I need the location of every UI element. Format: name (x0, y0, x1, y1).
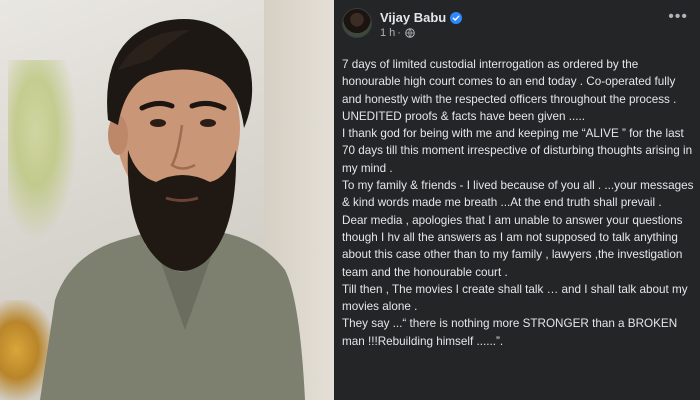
post-paragraph: Till then , The movies I create shall ta… (342, 282, 688, 314)
photo-panel (0, 0, 334, 400)
post-paragraph: They say ...“ there is nothing more STRO… (342, 317, 678, 348)
author-name[interactable]: Vijay Babu (380, 10, 446, 25)
post-time[interactable]: 1 h (380, 27, 395, 39)
man-portrait-photo (40, 19, 305, 400)
meta-separator: · (397, 27, 401, 39)
post-paragraph: To my family & friends - I lived because… (342, 179, 694, 210)
author-avatar[interactable] (342, 8, 372, 38)
verified-badge-icon (450, 11, 463, 24)
author-row: Vijay Babu (380, 10, 463, 25)
post-paragraph: Dear media , apologies that I am unable … (342, 213, 683, 279)
post-header: Vijay Babu 1 h · ••• (342, 6, 692, 46)
post-paragraph: I thank god for being with me and keepin… (342, 127, 693, 175)
post-text: 7 days of limited custodial interrogatio… (342, 56, 694, 350)
post-meta: 1 h · (380, 27, 415, 39)
globe-icon (405, 28, 415, 38)
post-paragraph: 7 days of limited custodial interrogatio… (342, 58, 677, 123)
more-options-icon[interactable]: ••• (668, 9, 688, 25)
facebook-post: Vijay Babu 1 h · ••• 7 days of limited c… (334, 0, 700, 400)
